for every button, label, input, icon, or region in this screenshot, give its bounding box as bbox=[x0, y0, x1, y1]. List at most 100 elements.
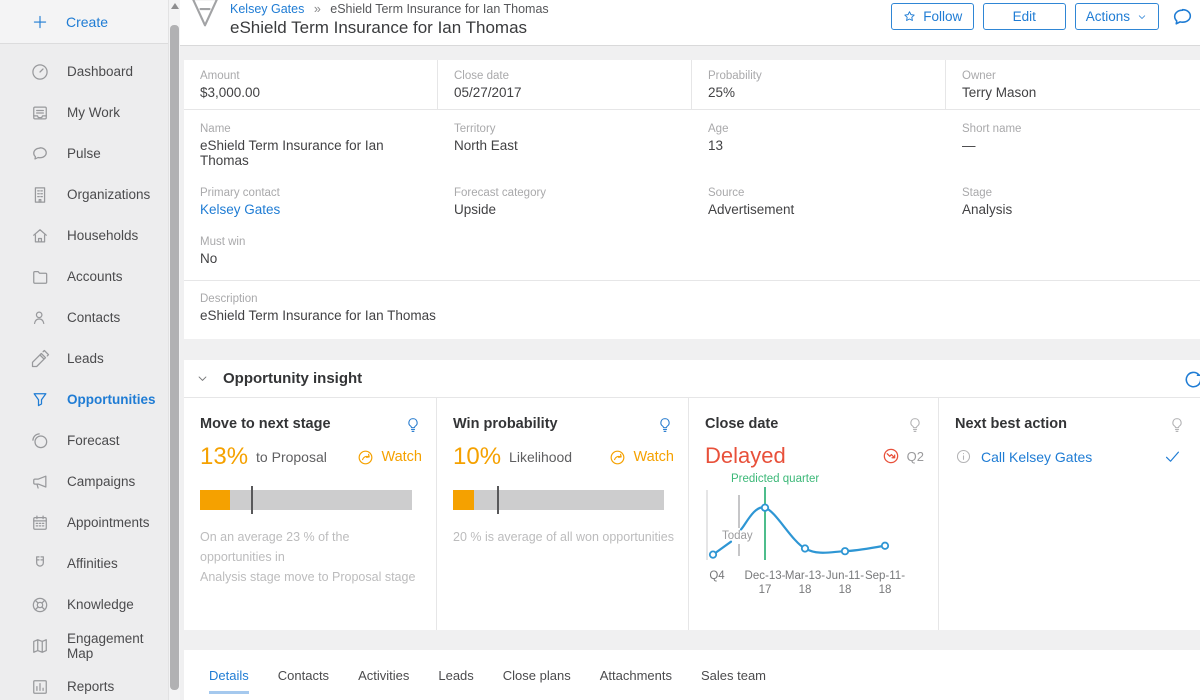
sidebar-item-households[interactable]: Households bbox=[0, 215, 168, 256]
field-label: Short name bbox=[962, 123, 1184, 135]
person-icon bbox=[30, 308, 50, 328]
field-label: Age bbox=[708, 123, 930, 135]
field-must-win: Must win No bbox=[184, 223, 1200, 281]
watch-button[interactable]: Watch bbox=[608, 448, 674, 467]
building-icon bbox=[30, 185, 50, 205]
hint-bulb-icon[interactable] bbox=[656, 416, 674, 434]
sidebar-item-reports[interactable]: Reports bbox=[0, 666, 168, 700]
insight-card-win-probability: Win probability 10% Likelihood Watch bbox=[437, 398, 689, 630]
field-amount: Amount$3,000.00 bbox=[184, 60, 438, 109]
plus-icon bbox=[31, 13, 49, 31]
watch-label: Watch bbox=[381, 449, 422, 465]
bar-track bbox=[453, 490, 664, 510]
star-icon bbox=[902, 9, 917, 24]
next-best-action-link[interactable]: Call Kelsey Gates bbox=[981, 449, 1092, 465]
field-probability: Probability25% bbox=[692, 60, 946, 109]
field-value: Advertisement bbox=[708, 202, 930, 217]
bars-icon bbox=[30, 677, 50, 697]
tab-attachments[interactable]: Attachments bbox=[600, 668, 672, 694]
quarter-label: Q2 bbox=[907, 449, 924, 464]
field-value: North East bbox=[454, 138, 676, 153]
card-title: Next best action bbox=[955, 416, 1067, 432]
hint-bulb-icon[interactable] bbox=[906, 416, 924, 434]
x-tick-label: Sep-11- 18 bbox=[855, 569, 915, 597]
sidebar-item-pulse[interactable]: Pulse bbox=[0, 133, 168, 174]
tab-activities[interactable]: Activities bbox=[358, 668, 409, 694]
field-value: Upside bbox=[454, 202, 676, 217]
sidebar-item-engagement-map[interactable]: Engagement Map bbox=[0, 625, 168, 666]
pencil-icon bbox=[30, 349, 50, 369]
sidebar-item-label: My Work bbox=[67, 105, 120, 120]
field-value: 05/27/2017 bbox=[454, 85, 675, 100]
sidebar-item-my-work[interactable]: My Work bbox=[0, 92, 168, 133]
sidebar-item-opportunities[interactable]: Opportunities bbox=[0, 379, 168, 420]
field-label: Forecast category bbox=[454, 187, 676, 199]
create-button[interactable]: Create bbox=[0, 0, 168, 44]
page-title: eShield Term Insurance for Ian Thomas bbox=[230, 18, 549, 38]
field-value: eShield Term Insurance for Ian Thomas bbox=[200, 308, 1184, 323]
collapse-chevron-icon[interactable] bbox=[195, 371, 210, 386]
main-area: Kelsey Gates » eShield Term Insurance fo… bbox=[180, 0, 1200, 700]
breadcrumb-link[interactable]: Kelsey Gates bbox=[230, 2, 304, 16]
insight-cards: Move to next stage 13% to Proposal Watch bbox=[184, 398, 1200, 630]
sidebar-item-appointments[interactable]: Appointments bbox=[0, 502, 168, 543]
sidebar-item-accounts[interactable]: Accounts bbox=[0, 256, 168, 297]
sidebar-item-contacts[interactable]: Contacts bbox=[0, 297, 168, 338]
watch-button[interactable]: Watch bbox=[356, 448, 422, 467]
today-label: Today bbox=[722, 530, 753, 542]
tab-leads[interactable]: Leads bbox=[438, 668, 473, 694]
sidebar-item-label: Accounts bbox=[67, 269, 123, 284]
bar-track bbox=[200, 490, 412, 510]
inbox-icon bbox=[30, 103, 50, 123]
sidebar-item-knowledge[interactable]: Knowledge bbox=[0, 584, 168, 625]
field-value-link[interactable]: Kelsey Gates bbox=[200, 202, 422, 217]
benchmark-marker bbox=[497, 486, 499, 514]
info-icon[interactable] bbox=[955, 448, 972, 465]
sidebar-item-label: Affinities bbox=[67, 556, 118, 571]
watch-icon bbox=[356, 448, 375, 467]
chart-x-axis: Q4Dec-13- 17Mar-13- 18Jun-11- 18Sep-11- … bbox=[705, 569, 910, 601]
actions-label: Actions bbox=[1086, 9, 1130, 24]
sidebar-item-label: Households bbox=[67, 228, 138, 243]
field-description: Description eShield Term Insurance for I… bbox=[184, 281, 1200, 339]
actions-button[interactable]: Actions bbox=[1075, 3, 1159, 30]
sidebar-item-organizations[interactable]: Organizations bbox=[0, 174, 168, 215]
sidebar-item-leads[interactable]: Leads bbox=[0, 338, 168, 379]
lifebuoy-icon bbox=[30, 595, 50, 615]
field-value: 25% bbox=[708, 85, 929, 100]
field-forecast-category: Forecast category Upside bbox=[438, 174, 692, 223]
insight-header: Opportunity insight bbox=[184, 360, 1200, 398]
opportunity-insight-panel: Opportunity insight Move to next stage 1… bbox=[184, 360, 1200, 630]
tab-details[interactable]: Details bbox=[209, 668, 249, 694]
sidebar-item-forecast[interactable]: Forecast bbox=[0, 420, 168, 461]
field-value: Terry Mason bbox=[962, 85, 1184, 100]
next-best-action-row: Call Kelsey Gates bbox=[955, 447, 1182, 466]
field-label: Name bbox=[200, 123, 422, 135]
field-label: Owner bbox=[962, 70, 1184, 82]
complete-check-icon[interactable] bbox=[1163, 447, 1182, 466]
trend-line-chart bbox=[705, 486, 910, 564]
feed-chat-icon[interactable] bbox=[1170, 5, 1195, 30]
record-fields-panel: Amount$3,000.00Close date05/27/2017Proba… bbox=[184, 60, 1200, 339]
refresh-icon[interactable] bbox=[1181, 367, 1200, 392]
hint-bulb-icon[interactable] bbox=[404, 416, 422, 434]
sidebar-item-affinities[interactable]: Affinities bbox=[0, 543, 168, 584]
sidebar-item-campaigns[interactable]: Campaigns bbox=[0, 461, 168, 502]
sidebar-item-label: Forecast bbox=[67, 433, 120, 448]
scrollbar-thumb[interactable] bbox=[170, 25, 179, 690]
edit-button[interactable]: Edit bbox=[983, 3, 1066, 30]
win-probability-progress-bar bbox=[453, 486, 664, 514]
trend-delayed-icon bbox=[881, 446, 901, 466]
vertical-scrollbar[interactable] bbox=[168, 0, 180, 700]
sidebar-item-dashboard[interactable]: Dashboard bbox=[0, 51, 168, 92]
tab-close-plans[interactable]: Close plans bbox=[503, 668, 571, 694]
magnet-icon bbox=[30, 554, 50, 574]
tab-sales-team[interactable]: Sales team bbox=[701, 668, 766, 694]
close-date-status: Delayed bbox=[705, 443, 786, 469]
field-close-date: Close date05/27/2017 bbox=[438, 60, 692, 109]
field-stage: StageAnalysis bbox=[946, 174, 1200, 223]
hint-bulb-icon[interactable] bbox=[1168, 416, 1186, 434]
follow-button[interactable]: Follow bbox=[891, 3, 974, 30]
sidebar-item-label: Reports bbox=[67, 679, 114, 694]
tab-contacts[interactable]: Contacts bbox=[278, 668, 329, 694]
